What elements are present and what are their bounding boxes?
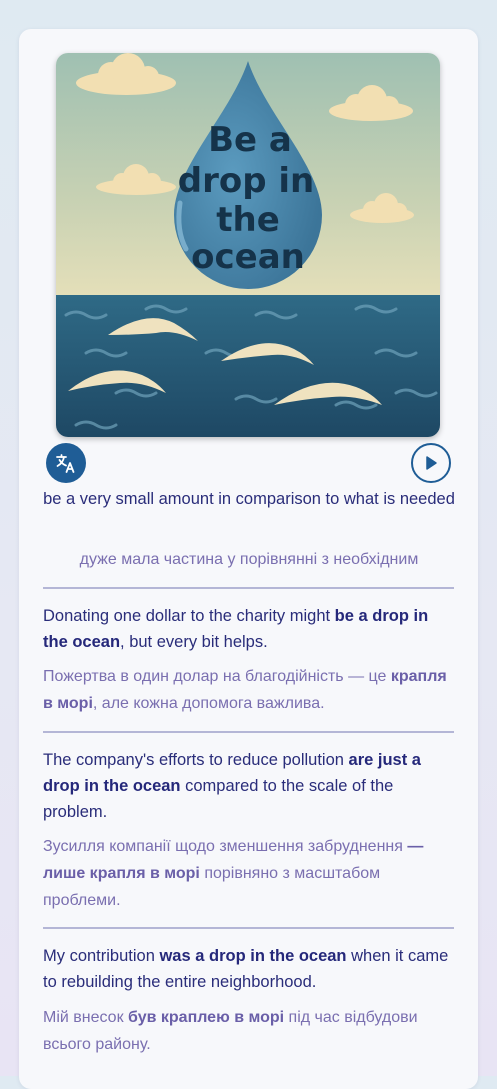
sentence-text: Зусилля компанії щодо зменшення забрудне…	[43, 838, 408, 855]
definition-text: be a very small amount in comparison to …	[43, 490, 455, 508]
illustration-title-line: drop in	[178, 161, 315, 201]
sentence-text: , але кожна допомога важлива.	[92, 695, 325, 712]
sea	[56, 295, 440, 437]
divider	[43, 731, 454, 733]
example-translation: Пожертва в один долар на благодійність —…	[43, 663, 457, 717]
sentence-text: My contribution	[43, 947, 160, 965]
illustration-title-line: the	[216, 200, 280, 240]
play-button[interactable]	[411, 443, 451, 483]
sentence-text: Donating one dollar to the charity might	[43, 607, 335, 625]
illustration-title-line: ocean	[191, 237, 305, 277]
idiom-card: Be a drop in the ocean be a very small a…	[19, 29, 478, 1089]
translate-button[interactable]	[46, 443, 86, 483]
example-translation: Мій внесок був краплею в морі під час ві…	[43, 1004, 457, 1058]
play-icon	[426, 456, 437, 470]
sentence-text: , but every bit helps.	[120, 633, 268, 651]
example-translation: Зусилля компанії щодо зменшення забрудне…	[43, 833, 457, 914]
illustration-image: Be a drop in the ocean	[56, 53, 440, 437]
definition-translation: дуже мала частина у порівнянні з необхід…	[79, 551, 419, 568]
translate-icon	[56, 454, 75, 473]
divider	[43, 587, 454, 589]
example-sentence: Donating one dollar to the charity might…	[43, 603, 457, 655]
example-sentence: My contribution was a drop in the ocean …	[43, 943, 457, 995]
idiom-highlight: was a drop in the ocean	[159, 947, 347, 965]
sentence-text: The company's efforts to reduce pollutio…	[43, 751, 349, 769]
idiom-highlight: був краплею в морі	[128, 1009, 285, 1026]
sentence-text: Мій внесок	[43, 1009, 129, 1026]
sentence-text: Пожертва в один долар на благодійність —…	[43, 668, 391, 685]
example-sentence: The company's efforts to reduce pollutio…	[43, 747, 457, 825]
divider	[43, 927, 454, 929]
idiom-illustration: Be a drop in the ocean	[56, 53, 440, 437]
illustration-title-line: Be a	[208, 120, 292, 160]
